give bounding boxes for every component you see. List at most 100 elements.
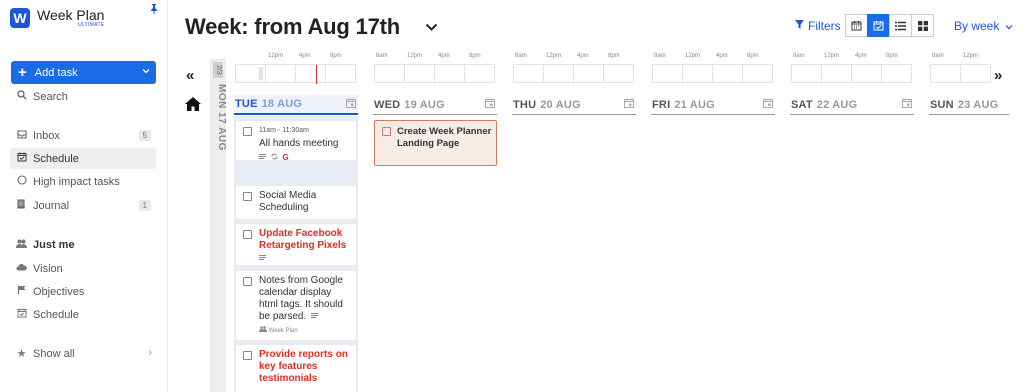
add-to-calendar-icon[interactable] bbox=[346, 98, 356, 110]
view-toggle-group bbox=[845, 14, 934, 37]
page-title[interactable]: Week: from Aug 17th bbox=[185, 14, 400, 40]
home-icon[interactable] bbox=[185, 97, 201, 116]
add-to-calendar-icon[interactable] bbox=[763, 98, 773, 110]
timeline-slot[interactable] bbox=[235, 64, 266, 83]
previous-week-button[interactable]: « bbox=[186, 67, 194, 84]
calendar-view-button[interactable] bbox=[845, 14, 868, 37]
sidebar-item-inbox[interactable]: Inbox 5 bbox=[10, 125, 156, 146]
task-card[interactable]: Provide reports on key features testimon… bbox=[236, 345, 356, 392]
search-label: Search bbox=[33, 90, 68, 103]
grid-icon bbox=[917, 20, 928, 31]
task-checkbox[interactable] bbox=[243, 127, 252, 136]
task-card-highlighted[interactable]: Create Week Planner Landing Page bbox=[374, 120, 497, 166]
sidebar-item-label: Schedule bbox=[33, 152, 79, 165]
schedule-view-button[interactable] bbox=[867, 14, 890, 37]
chevron-right-icon: › bbox=[148, 347, 152, 358]
list-view-button[interactable] bbox=[889, 14, 912, 37]
day-name: FRI bbox=[652, 98, 671, 111]
plus-icon: + bbox=[18, 64, 27, 81]
timeline-thu[interactable]: 8am 12pm 4pm 8pm bbox=[513, 53, 637, 86]
filter-icon bbox=[795, 20, 804, 32]
day-header-fri[interactable]: FRI 21 AUG bbox=[651, 95, 775, 115]
add-task-button[interactable]: + Add task bbox=[11, 61, 156, 84]
add-to-calendar-icon[interactable] bbox=[902, 98, 912, 110]
day-header-sun[interactable]: SUN 23 AUG bbox=[929, 95, 1009, 115]
show-all-label: Show all bbox=[33, 347, 75, 360]
day-header-wed[interactable]: WED 19 AUG bbox=[373, 95, 497, 115]
timeline-slot[interactable] bbox=[295, 64, 326, 84]
next-week-button[interactable]: » bbox=[994, 67, 1002, 84]
timeline-slot[interactable] bbox=[325, 64, 356, 83]
search-item[interactable]: Search bbox=[10, 86, 156, 107]
task-title: Create Week Planner Landing Page bbox=[397, 126, 492, 149]
show-all-item[interactable]: ★ Show all › bbox=[10, 343, 156, 364]
notes-icon bbox=[311, 313, 319, 318]
journal-count-badge: 1 bbox=[138, 200, 151, 211]
sidebar-section-just-me[interactable]: Just me bbox=[10, 234, 156, 255]
notes-icon bbox=[259, 154, 266, 159]
search-icon bbox=[16, 90, 27, 103]
task-checkbox[interactable] bbox=[243, 192, 252, 201]
day-name: TUE bbox=[235, 98, 258, 110]
add-to-calendar-icon[interactable] bbox=[485, 98, 495, 110]
task-checkbox[interactable] bbox=[243, 351, 252, 360]
sidebar-item-journal[interactable]: Journal 1 bbox=[10, 195, 156, 216]
filters-label: Filters bbox=[808, 19, 841, 33]
inbox-count-badge: 5 bbox=[138, 130, 151, 141]
task-meta: Week Plan bbox=[259, 325, 352, 337]
collapsed-day-label: MON 17 AUG bbox=[216, 84, 227, 151]
timeline-tue[interactable]: 12pm 4pm 8pm bbox=[235, 53, 359, 86]
filters-button[interactable]: Filters bbox=[795, 19, 841, 33]
circle-icon bbox=[16, 175, 27, 188]
sidebar-item-label: Inbox bbox=[33, 129, 60, 142]
chevron-down-icon[interactable] bbox=[425, 19, 438, 37]
task-card[interactable]: Update Facebook Retargeting Pixels bbox=[236, 224, 356, 265]
chevron-down-icon[interactable] bbox=[142, 67, 150, 77]
repeat-icon bbox=[271, 153, 278, 160]
timeline-sun[interactable]: 8am 12pm bbox=[930, 53, 992, 86]
app-logo[interactable]: W Week Plan ULTIMATE bbox=[10, 8, 104, 28]
task-title: Notes from Google calendar display html … bbox=[259, 275, 343, 322]
collapsed-day-count: 2/3 bbox=[213, 62, 223, 78]
day-header-tue[interactable]: TUE 18 AUG bbox=[234, 95, 358, 115]
book-icon bbox=[16, 199, 27, 212]
timeline-wed[interactable]: 8am 12pm 4pm 8pm bbox=[374, 53, 498, 86]
sidebar-item-schedule[interactable]: Schedule bbox=[10, 148, 156, 169]
sidebar-item-schedule-2[interactable]: Schedule bbox=[10, 304, 156, 325]
app-name: Week Plan bbox=[37, 7, 105, 23]
timeline-fri[interactable]: 8am 12pm 4pm 8pm bbox=[652, 53, 776, 86]
day-date: 21 AUG bbox=[674, 98, 715, 111]
week-plan-logo-icon: W bbox=[10, 8, 30, 28]
task-card[interactable]: 11am - 11:30am All hands meeting G bbox=[236, 121, 356, 162]
inbox-icon bbox=[16, 129, 27, 142]
task-card[interactable]: Notes from Google calendar display html … bbox=[236, 271, 356, 340]
sidebar-item-objectives[interactable]: Objectives bbox=[10, 281, 156, 302]
day-date: 20 AUG bbox=[540, 98, 581, 111]
day-date: 18 AUG bbox=[261, 98, 303, 110]
timeline-sat[interactable]: 8am 12pm 4pm 8pm bbox=[791, 53, 915, 86]
sidebar-item-label: Schedule bbox=[33, 308, 79, 321]
current-time-indicator bbox=[316, 65, 317, 84]
section-label: Just me bbox=[33, 238, 75, 251]
task-card[interactable]: Social Media Scheduling bbox=[236, 186, 356, 219]
add-task-label: Add task bbox=[34, 66, 78, 79]
sidebar-item-vision[interactable]: Vision bbox=[10, 258, 156, 279]
timeline-slot[interactable] bbox=[265, 64, 296, 83]
grid-view-button[interactable] bbox=[911, 14, 934, 37]
task-checkbox[interactable] bbox=[243, 277, 252, 286]
task-checkbox[interactable] bbox=[243, 230, 252, 239]
day-date: 22 AUG bbox=[816, 98, 858, 111]
pin-icon[interactable] bbox=[150, 4, 158, 17]
add-to-calendar-icon[interactable] bbox=[624, 98, 634, 110]
calendar-check-icon bbox=[16, 152, 27, 165]
day-header-thu[interactable]: THU 20 AUG bbox=[512, 95, 636, 115]
sidebar-item-high-impact[interactable]: High impact tasks bbox=[10, 171, 156, 192]
calendar-check-icon bbox=[16, 308, 27, 321]
view-mode-dropdown[interactable]: By week bbox=[954, 19, 1013, 33]
calendar-icon bbox=[851, 21, 862, 31]
task-time: 11am - 11:30am bbox=[259, 127, 309, 134]
users-icon bbox=[259, 326, 267, 332]
day-name: THU bbox=[513, 98, 537, 111]
day-header-sat[interactable]: SAT 22 AUG bbox=[790, 95, 914, 115]
task-checkbox[interactable] bbox=[382, 127, 391, 136]
